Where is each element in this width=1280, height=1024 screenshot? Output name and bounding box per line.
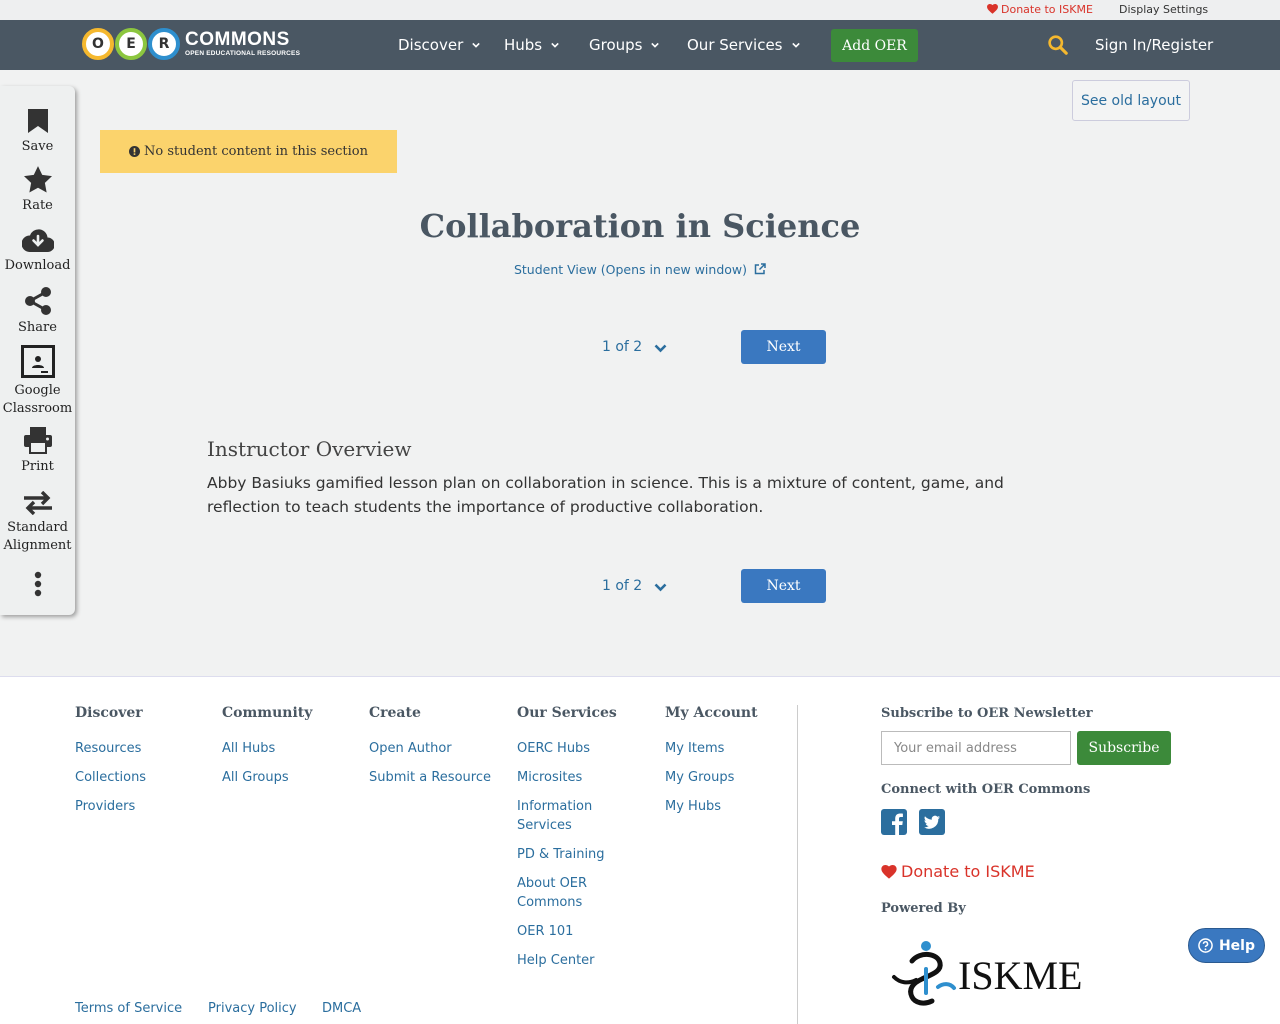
footer-link-my-groups[interactable]: My Groups: [665, 768, 758, 787]
print-button[interactable]: Print: [0, 426, 75, 476]
footer-link-open-author[interactable]: Open Author: [369, 739, 491, 758]
logo-letter-r: R: [148, 28, 180, 60]
share-button[interactable]: Share: [0, 287, 75, 337]
question-circle-icon: [1198, 938, 1213, 953]
footer-link-help-center[interactable]: Help Center: [517, 951, 627, 970]
chevron-down-icon: [654, 344, 667, 353]
footer-link-resources[interactable]: Resources: [75, 739, 146, 758]
page-selector-top[interactable]: 1 of 2: [602, 339, 667, 355]
external-link-icon: [754, 263, 766, 275]
footer-link-all-groups[interactable]: All Groups: [222, 768, 312, 787]
footer-column-discover: Discover Resources Collections Providers: [75, 705, 147, 816]
share-icon: [24, 287, 51, 315]
no-student-content-notice: No student content in this section: [100, 130, 397, 173]
sign-in-register-link[interactable]: Sign In/Register: [1095, 36, 1213, 54]
google-classroom-button[interactable]: Google Classroom: [0, 345, 75, 418]
page-title: Collaboration in Science: [419, 207, 861, 245]
oer-commons-logo[interactable]: O E R COMMONS OPEN EDUCATIONAL RESOURCES: [82, 26, 300, 62]
donate-link[interactable]: Donate to ISKME: [987, 3, 1093, 16]
iskme-logo-mark: ISKME: [892, 941, 1082, 1006]
logo-letter-e: E: [115, 28, 147, 60]
instructor-overview-text: Abby Basiuks gamified lesson plan on col…: [207, 474, 1004, 516]
footer-link-about-oer-commons[interactable]: About OER Commons: [517, 874, 627, 912]
twitter-icon: [919, 809, 945, 835]
see-old-layout-button[interactable]: See old layout: [1072, 80, 1190, 121]
student-view-link[interactable]: Student View (Opens in new window): [0, 262, 1280, 277]
svg-text:ISKME: ISKME: [958, 953, 1082, 998]
newsletter-heading: Subscribe to OER Newsletter: [881, 706, 1093, 721]
heart-icon: [987, 4, 998, 14]
site-footer: Discover Resources Collections Providers…: [0, 676, 1280, 1024]
dmca-link[interactable]: DMCA: [322, 1001, 361, 1016]
footer-link-all-hubs[interactable]: All Hubs: [222, 739, 312, 758]
footer-donate-link[interactable]: Donate to ISKME: [881, 862, 1035, 881]
display-settings-link[interactable]: Display Settings: [1119, 3, 1208, 16]
chevron-down-icon: [651, 42, 660, 48]
logo-letter-o: O: [82, 28, 114, 60]
chevron-down-icon: [654, 583, 667, 592]
star-icon: [23, 166, 52, 193]
add-oer-button[interactable]: Add OER: [831, 29, 918, 62]
footer-link-oerc-hubs[interactable]: OERC Hubs: [517, 739, 627, 758]
subscribe-button[interactable]: Subscribe: [1077, 731, 1171, 765]
footer-divider: [797, 705, 798, 1024]
more-vertical-icon: [34, 571, 41, 597]
exchange-icon: [23, 491, 52, 515]
page-selector-bottom[interactable]: 1 of 2: [602, 578, 667, 594]
nav-our-services[interactable]: Our Services: [687, 36, 800, 54]
next-button-bottom[interactable]: Next: [741, 569, 826, 603]
logo-wordmark: COMMONS OPEN EDUCATIONAL RESOURCES: [185, 29, 301, 58]
chevron-down-icon: [551, 42, 559, 48]
twitter-link[interactable]: [919, 809, 945, 839]
newsletter-email-input[interactable]: [881, 731, 1071, 765]
save-button[interactable]: Save: [0, 108, 75, 156]
heart-icon: [881, 865, 897, 879]
nav-discover[interactable]: Discover: [398, 36, 481, 54]
more-tools-button[interactable]: [0, 571, 75, 601]
footer-link-collections[interactable]: Collections: [75, 768, 146, 787]
privacy-policy-link[interactable]: Privacy Policy: [208, 1001, 297, 1016]
footer-column-my-account: My Account My Items My Groups My Hubs: [665, 705, 758, 816]
powered-by-heading: Powered By: [881, 901, 966, 916]
search-button[interactable]: [1047, 34, 1068, 59]
footer-column-create: Create Open Author Submit a Resource: [369, 705, 491, 787]
resource-tools-sidebar: Save Rate Download Share Google Classroo…: [0, 86, 75, 615]
footer-link-oer-101[interactable]: OER 101: [517, 922, 627, 941]
footer-link-microsites[interactable]: Microsites: [517, 768, 627, 787]
exclamation-circle-icon: [129, 146, 141, 157]
search-icon: [1048, 35, 1068, 55]
google-classroom-icon: [20, 345, 55, 378]
footer-link-pd-training[interactable]: PD & Training: [517, 845, 627, 864]
terms-of-service-link[interactable]: Terms of Service: [75, 1001, 182, 1016]
help-button[interactable]: Help: [1188, 928, 1265, 963]
section-title: Instructor Overview: [207, 437, 412, 461]
facebook-link[interactable]: [881, 809, 907, 839]
nav-groups[interactable]: Groups: [589, 36, 660, 54]
footer-link-my-hubs[interactable]: My Hubs: [665, 797, 758, 816]
nav-hubs[interactable]: Hubs: [504, 36, 559, 54]
standard-alignment-button[interactable]: Standard Alignment: [0, 491, 75, 555]
print-icon: [23, 427, 52, 454]
next-button-top[interactable]: Next: [741, 330, 826, 364]
footer-column-our-services: Our Services OERC Hubs Microsites Inform…: [517, 705, 627, 980]
footer-link-information-services[interactable]: Information Services: [517, 797, 627, 835]
utility-bar: Donate to ISKME Display Settings: [0, 0, 1280, 20]
chevron-down-icon: [472, 42, 481, 48]
main-navbar: O E R COMMONS OPEN EDUCATIONAL RESOURCES…: [0, 20, 1280, 70]
footer-link-my-items[interactable]: My Items: [665, 739, 758, 758]
connect-heading: Connect with OER Commons: [881, 782, 1091, 797]
footer-column-community: Community All Hubs All Groups: [222, 705, 313, 787]
footer-link-submit-resource[interactable]: Submit a Resource: [369, 768, 491, 787]
footer-link-providers[interactable]: Providers: [75, 797, 146, 816]
facebook-icon: [881, 809, 907, 835]
iskme-logo[interactable]: ISKME: [890, 939, 1090, 1013]
chevron-down-icon: [791, 42, 800, 48]
bookmark-icon: [27, 109, 48, 133]
